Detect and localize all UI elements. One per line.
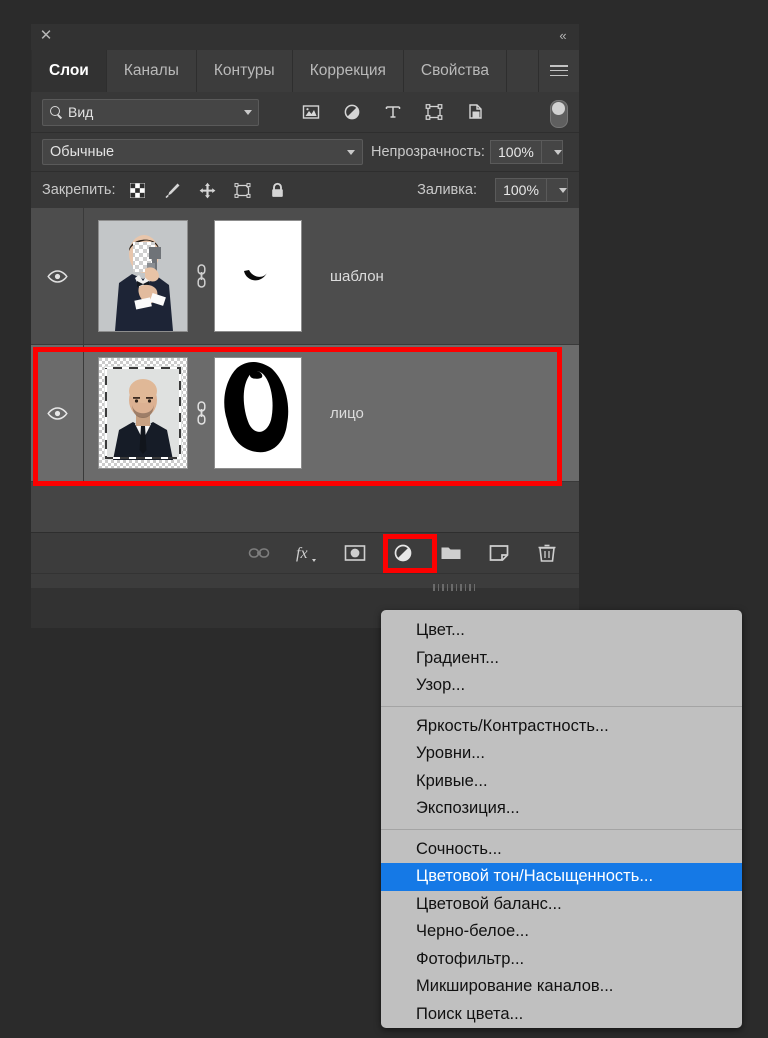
lock-transparent-pixels-icon[interactable] [128,181,147,200]
panel-tabstrip: Слои Каналы Контуры Коррекция Свойства [31,50,579,92]
filter-icon-group [301,102,485,122]
delete-layer-icon[interactable] [535,542,557,564]
filter-value: Вид [68,104,93,120]
filter-enable-toggle[interactable] [550,100,568,128]
fill-group: Заливка: 100% [417,178,568,202]
menu-item-color-lookup[interactable]: Поиск цвета... [381,1001,742,1029]
shape-layer-filter-icon[interactable] [424,102,444,122]
tab-label: Свойства [421,62,489,80]
filter-type-select[interactable]: Вид [42,99,259,126]
collapse-arrows-icon[interactable]: « [554,27,572,45]
fill-chevron-down-icon[interactable] [547,178,568,202]
blend-mode-select[interactable]: Обычные [42,139,363,165]
panel-resize-bar [31,573,579,588]
lock-fill-row: Закрепить: Заливка: 100% [31,171,579,208]
search-icon [49,105,63,119]
panel-titlebar: ✕ « [31,24,579,50]
blend-opacity-row: Обычные Непрозрачность: 100% [31,132,579,171]
tab-channels[interactable]: Каналы [107,50,197,92]
layers-bottom-toolbar: fx [31,532,579,573]
opacity-chevron-down-icon[interactable] [542,140,563,164]
tab-label: Слои [49,62,89,80]
svg-text:fx: fx [296,545,308,562]
link-mask-icon[interactable] [188,264,214,288]
fill-input[interactable]: 100% [495,178,547,202]
lock-all-icon[interactable] [268,181,287,200]
menu-item-exposure[interactable]: Экспозиция... [381,795,742,823]
layer-list-empty-area [31,482,579,532]
close-icon[interactable]: ✕ [37,27,55,45]
opacity-input[interactable]: 100% [490,140,542,164]
menu-item-hue-saturation[interactable]: Цветовой тон/Насыщенность... [381,863,742,891]
menu-separator [381,829,742,830]
lock-position-icon[interactable] [198,181,217,200]
menu-item-brightness-contrast[interactable]: Яркость/Контрастность... [381,713,742,741]
new-adjustment-layer-icon[interactable] [391,542,413,564]
tab-label: Каналы [124,62,179,80]
new-adjustment-layer-menu: Цвет... Градиент... Узор... Яркость/Конт… [381,610,742,1028]
new-layer-icon[interactable] [487,542,509,564]
menu-item-curves[interactable]: Кривые... [381,768,742,796]
lock-label: Закрепить: [42,182,115,198]
layer-row[interactable]: лицо [31,345,579,482]
menu-item-photo-filter[interactable]: Фотофильтр... [381,946,742,974]
eye-visibility-icon[interactable] [31,208,84,344]
layer-thumbnail-template[interactable] [98,220,188,332]
menu-item-black-and-white[interactable]: Черно-белое... [381,918,742,946]
layer-name: шаблон [330,268,384,285]
adjustment-layer-filter-icon[interactable] [342,102,362,122]
tab-layers[interactable]: Слои [31,50,107,92]
menu-item-gradient-fill[interactable]: Градиент... [381,645,742,673]
tab-label: Коррекция [310,62,386,80]
opacity-label: Непрозрачность: [371,144,485,160]
layer-row[interactable]: шаблон [31,208,579,345]
lock-image-pixels-icon[interactable] [163,181,182,200]
tab-adjustments[interactable]: Коррекция [293,50,404,92]
layer-mask-thumbnail-face[interactable] [214,357,302,469]
eye-visibility-icon[interactable] [31,345,84,481]
lock-icon-group [128,181,287,200]
tab-properties[interactable]: Свойства [404,50,507,92]
menu-item-channel-mixer[interactable]: Микширование каналов... [381,973,742,1001]
layer-mask-thumbnail-template[interactable] [214,220,302,332]
menu-separator [381,706,742,707]
lock-artboard-nesting-icon[interactable] [233,181,252,200]
layer-list: шаблон [31,208,579,532]
menu-item-color-balance[interactable]: Цветовой баланс... [381,891,742,919]
layer-name: лицо [330,405,364,422]
menu-item-vibrance[interactable]: Сочность... [381,836,742,864]
layer-filter-row: Вид [31,92,579,132]
tab-paths[interactable]: Контуры [197,50,293,92]
new-group-icon[interactable] [439,542,461,564]
add-layer-mask-icon[interactable] [343,542,365,564]
blend-mode-value: Обычные [50,144,114,160]
tab-label: Контуры [214,62,275,80]
fill-label: Заливка: [417,182,477,198]
resize-grip-icon[interactable] [433,578,485,585]
layers-panel: ✕ « Слои Каналы Контуры Коррекция Свойст… [31,24,579,628]
layer-style-fx-icon[interactable]: fx [295,542,317,564]
hamburger-menu-icon[interactable] [538,50,579,92]
pixel-layer-filter-icon[interactable] [301,102,321,122]
smart-object-filter-icon[interactable] [465,102,485,122]
layer-thumbnail-face[interactable] [98,357,188,469]
menu-item-pattern-fill[interactable]: Узор... [381,672,742,700]
chevron-down-icon [347,150,355,155]
link-layers-icon[interactable] [247,542,269,564]
menu-item-color-fill[interactable]: Цвет... [381,617,742,645]
type-layer-filter-icon[interactable] [383,102,403,122]
menu-item-levels[interactable]: Уровни... [381,740,742,768]
chevron-down-icon [244,110,252,115]
link-mask-icon[interactable] [188,401,214,425]
